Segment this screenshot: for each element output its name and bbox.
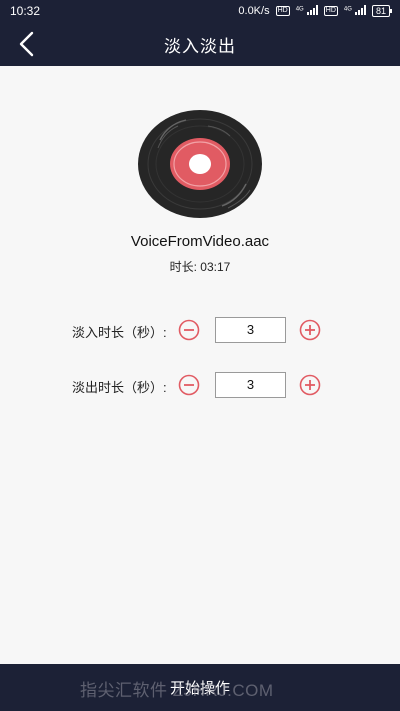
fade-out-increase-button[interactable] — [299, 374, 321, 396]
status-time: 10:32 — [10, 4, 41, 18]
fade-in-increase-button[interactable] — [299, 319, 321, 341]
start-button[interactable]: 开始操作 — [0, 664, 400, 711]
signal-icon: 4G — [296, 4, 318, 18]
hd-icon: HD — [275, 6, 290, 16]
page-title: 淡入淡出 — [164, 36, 236, 56]
fade-out-input[interactable]: 3 — [215, 372, 286, 398]
fade-in-input[interactable]: 3 — [215, 317, 286, 343]
fade-in-label: 淡入时长（秒）: — [72, 325, 167, 340]
back-button[interactable] — [10, 28, 42, 60]
file-duration: 时长: 03:17 — [169, 260, 231, 274]
title-bar: 淡入淡出 — [0, 22, 400, 66]
network-speed: 0.0K/s — [238, 5, 270, 17]
fade-out-label: 淡出时长（秒）: — [72, 380, 167, 395]
status-icons: 0.0K/s HD 4G HD 4G 81 — [238, 4, 393, 18]
fade-in-row: 淡入时长（秒）: 3 — [0, 315, 400, 345]
start-button-label: 开始操作 — [169, 680, 230, 697]
fade-out-row: 淡出时长（秒）: 3 — [0, 370, 400, 400]
hd-icon-2: HD — [323, 6, 338, 16]
fade-out-decrease-button[interactable] — [178, 374, 200, 396]
vinyl-disc-icon — [138, 110, 262, 218]
file-name: VoiceFromVideo.aac — [130, 233, 270, 250]
signal-icon-2: 4G — [344, 4, 366, 18]
fade-in-decrease-button[interactable] — [178, 319, 200, 341]
chevron-left-icon — [19, 31, 34, 57]
battery-icon: 81 — [371, 5, 393, 17]
status-bar: 10:32 0.0K/s HD 4G HD 4G 81 — [0, 0, 400, 22]
